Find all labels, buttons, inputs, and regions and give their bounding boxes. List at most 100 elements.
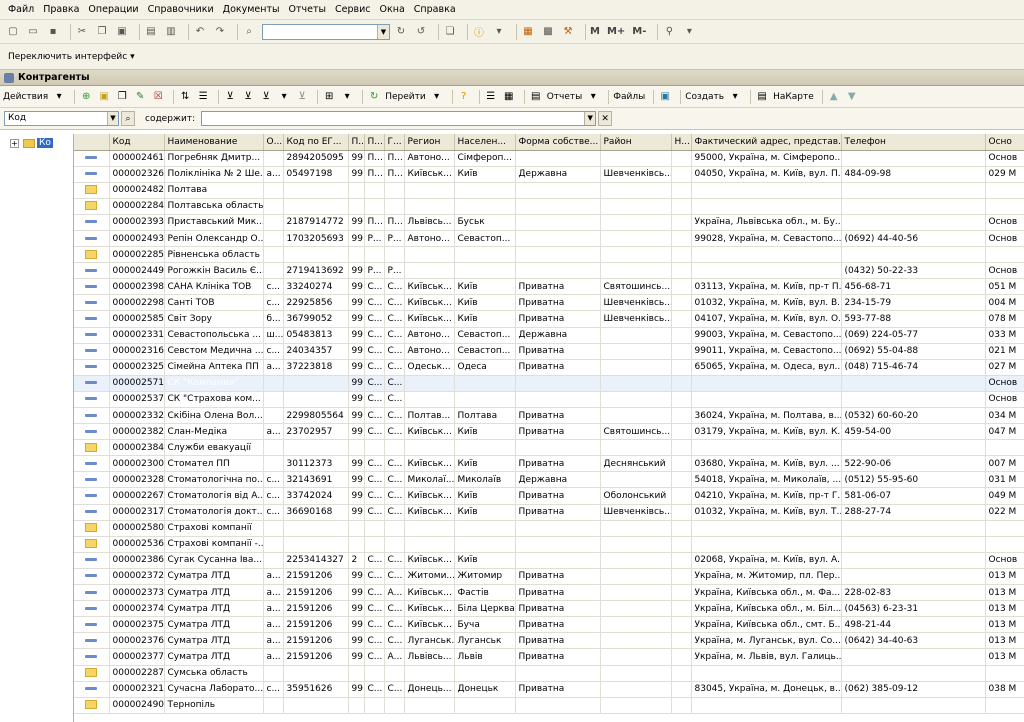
table-cell[interactable] [600,632,672,650]
table-row[interactable]: 000002384 Служби евакуації [74,439,1024,457]
tree-node-label[interactable]: Ко [37,138,53,148]
table-cell[interactable]: а... [263,568,284,586]
column-header[interactable]: П... [348,134,365,151]
table-cell[interactable]: 99 [348,600,365,618]
table-cell[interactable] [263,439,284,457]
table-cell[interactable] [515,150,601,167]
table-cell[interactable]: С... [364,391,385,409]
table-cell[interactable]: 24034357 [283,343,349,360]
table-cell[interactable]: Основ [985,391,1024,409]
table-row[interactable]: 000002382 Слан-Медіка а... 23702957 99 С... С.… [74,423,1024,441]
table-cell[interactable] [671,375,692,392]
table-cell[interactable]: 02068, Україна, м. Київ, вул. А... [691,552,842,569]
table-cell[interactable] [985,182,1024,199]
table-cell[interactable]: 027 М [985,359,1024,376]
dropdown-arrow-icon[interactable]: ▼ [377,24,389,39]
switch-interface-button[interactable]: Переключить интерфейс [8,52,127,62]
table-cell[interactable]: Київськ... [404,166,455,183]
table-cell[interactable] [263,536,284,553]
search-input[interactable]: ▼ [262,23,390,40]
calculator-icon[interactable]: ▩ [541,25,555,39]
table-cell[interactable]: а... [263,359,284,376]
table-cell[interactable] [841,375,986,392]
table-cell[interactable]: Севастоп... [454,230,516,248]
table-cell[interactable]: 95000, Україна, м. Сімферопо... [691,150,842,167]
memory-button[interactable]: М [590,26,600,37]
table-cell[interactable] [985,697,1024,714]
table-cell[interactable]: Слан-Медіка [164,423,264,441]
table-cell[interactable] [384,520,405,537]
hierarchy-icon[interactable]: ☰ [196,90,210,104]
table-cell[interactable]: Приватна [515,616,601,634]
files-button[interactable]: Файлы [613,92,645,102]
report-icon[interactable]: ▦ [502,90,516,104]
table-cell[interactable]: Основ [985,375,1024,392]
table-cell[interactable]: 99 [348,632,365,650]
table-cell[interactable]: Суматра ЛТД [164,616,264,634]
table-cell[interactable]: 013 М [985,632,1024,650]
table-cell[interactable] [404,246,455,264]
table-cell[interactable]: Світ Зору [164,310,264,328]
table-cell[interactable]: с... [263,294,284,312]
table-cell[interactable]: 99 [348,504,365,521]
table-cell[interactable]: 000002374 [109,600,165,618]
table-cell[interactable]: 99 [348,407,365,425]
table-cell[interactable]: С... [384,407,405,425]
table-cell[interactable] [600,471,672,489]
table-cell[interactable]: Суматра ЛТД [164,568,264,586]
column-header[interactable]: Форма собстве... [515,134,601,151]
table-cell[interactable]: 013 М [985,600,1024,618]
copy-icon[interactable]: ❐ [95,25,109,39]
actions-menu-button[interactable]: Действия [3,92,48,102]
table-cell[interactable]: 288-27-74 [841,504,986,521]
add-icon[interactable]: ⊕ [79,90,93,104]
table-cell[interactable]: 99 [348,278,365,296]
table-cell[interactable] [263,246,284,264]
copy-item-icon[interactable]: ❐ [115,90,129,104]
table-cell[interactable] [600,439,672,457]
table-cell[interactable]: с... [263,343,284,360]
table-cell[interactable]: Львівсь... [404,214,455,231]
table-cell[interactable] [691,198,842,215]
clear-filter-button[interactable]: ✕ [598,111,613,126]
table-cell[interactable]: С... [364,487,385,505]
table-cell[interactable]: Київськ... [404,455,455,473]
table-cell[interactable]: Основ [985,214,1024,231]
table-row[interactable]: 000002536 Страхові компанії -... [74,536,1024,553]
table-cell[interactable] [515,536,601,553]
table-cell[interactable] [515,375,601,392]
table-cell[interactable] [671,230,692,248]
table-cell[interactable] [263,198,284,215]
table-cell[interactable]: Фастів [454,584,516,602]
table-cell[interactable] [364,536,385,553]
table-cell[interactable] [515,262,601,280]
table-cell[interactable]: Державна [515,166,601,183]
table-cell[interactable] [985,520,1024,537]
table-cell[interactable] [985,439,1024,457]
table-cell[interactable]: С... [364,327,385,344]
table-cell[interactable]: 000002285 [109,246,165,264]
table-cell[interactable]: Основ [985,552,1024,569]
tools-icon[interactable]: ⚲ [662,25,676,39]
table-cell[interactable] [600,198,672,215]
table-row[interactable]: 000002317 Стоматологія докт... с... 3669016… [74,504,1024,521]
table-cell[interactable] [841,568,986,586]
table-cell[interactable]: 000002298 [109,294,165,312]
table-cell[interactable]: Миколаї... [404,471,455,489]
table-cell[interactable] [263,697,284,714]
table-cell[interactable]: 000002386 [109,552,165,569]
table-cell[interactable] [671,359,692,376]
table-cell[interactable] [671,616,692,634]
table-cell[interactable]: Погребняк Дмитр... [164,150,264,167]
table-cell[interactable] [691,182,842,199]
table-cell[interactable]: 000002326 [109,166,165,183]
table-cell[interactable] [384,182,405,199]
table-cell[interactable]: С... [384,487,405,505]
table-cell[interactable] [454,198,516,215]
table-cell[interactable]: 000002384 [109,439,165,457]
table-cell[interactable] [691,439,842,457]
table-cell[interactable]: 000002537 [109,391,165,409]
table-cell[interactable]: 2253414327 [283,552,349,569]
table-cell[interactable]: Луганськ... [404,632,455,650]
table-cell[interactable]: 000002287 [109,665,165,682]
